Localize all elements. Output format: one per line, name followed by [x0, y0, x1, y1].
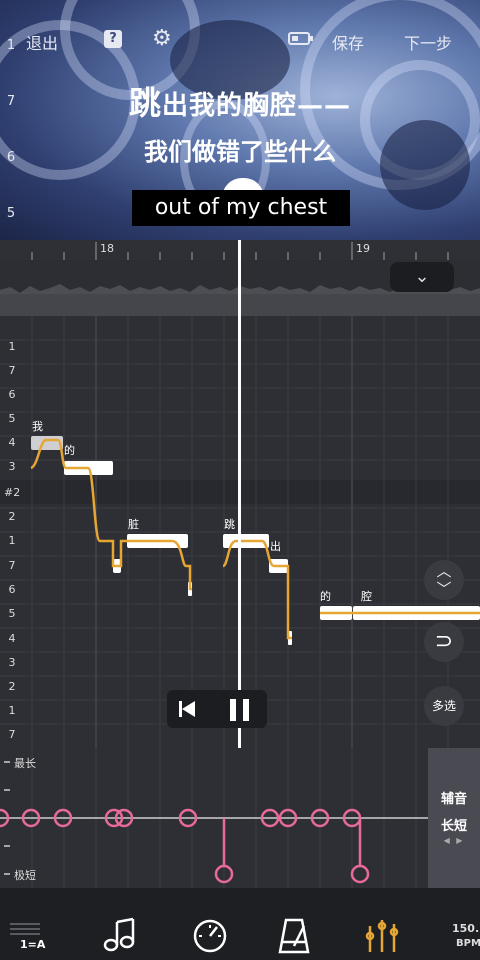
duration-max-label: 最长: [14, 757, 36, 770]
note-lyric[interactable]: 的: [320, 588, 331, 604]
lyric-line-current: 跳出我的胸腔——: [0, 78, 480, 124]
pitch-label: 7: [8, 728, 16, 741]
video-preview: 退出 ? ⚙ 保存 下一步 1 7 6 5 跳出我的胸腔—— 我们做错了些什么 …: [0, 0, 480, 240]
speed-gauge-icon[interactable]: [190, 916, 230, 956]
battery-icon: [288, 32, 313, 45]
note-lyric[interactable]: 的: [64, 442, 75, 458]
pitch-label: 5: [8, 412, 16, 425]
help-icon[interactable]: ?: [104, 30, 122, 48]
lyric-line-rest: 出我的胸腔——: [162, 91, 352, 121]
chevron-down-icon: ⌄: [414, 266, 430, 287]
pitch-label: 1: [8, 534, 16, 547]
video-scale-label: 5: [6, 206, 16, 221]
note-lyric[interactable]: 脏: [128, 516, 139, 532]
pitch-label: 6: [8, 388, 16, 401]
pitch-label: 2: [8, 510, 16, 523]
consonant-length-tab[interactable]: 辅音 长短 ◀ ▶: [428, 748, 480, 888]
pitch-label: 6: [8, 583, 16, 596]
collapse-video-button[interactable]: ⌄: [390, 262, 454, 292]
exit-button[interactable]: 退出: [26, 30, 58, 54]
consonant-duration-panel[interactable]: 最长 极短: [0, 748, 428, 888]
metronome-icon[interactable]: [274, 916, 314, 956]
chevron-down-icon: ﹀: [436, 580, 452, 598]
next-step-button[interactable]: 下一步: [404, 30, 452, 54]
vertical-zoom-button[interactable]: ︿ ﹀: [424, 560, 464, 600]
left-right-arrow-icon: ◀ ▶: [443, 836, 465, 845]
bottom-toolbar: 1=A 150. BPM: [0, 888, 480, 960]
mixer-sliders-icon[interactable]: [362, 916, 402, 956]
bpm-unit-label: BPM: [456, 938, 480, 949]
note-block: [31, 436, 63, 450]
bpm-value[interactable]: 150.: [452, 922, 479, 935]
pitch-label: 3: [8, 656, 16, 669]
multiselect-button[interactable]: 多选: [424, 686, 464, 726]
skip-back-icon[interactable]: [179, 701, 197, 717]
pause-icon[interactable]: [229, 699, 251, 721]
save-button[interactable]: 保存: [332, 30, 364, 54]
transport-controls: [167, 690, 267, 728]
duration-graph: [0, 748, 428, 888]
top-bar: 退出 ? ⚙ 保存 下一步: [0, 22, 480, 56]
aux-tab-subtitle: 长短: [440, 819, 467, 834]
magnet-snap-button[interactable]: ⊃: [424, 622, 464, 662]
vocal-editor-screen: 退出 ? ⚙ 保存 下一步 1 7 6 5 跳出我的胸腔—— 我们做错了些什么 …: [0, 0, 480, 960]
magnet-icon: ⊃: [434, 629, 454, 654]
pitch-label: 2: [8, 680, 16, 693]
duration-min-label: 极短: [14, 869, 36, 882]
pitch-label: 4: [8, 632, 16, 645]
music-note-icon[interactable]: [100, 916, 140, 956]
pitch-label: 1: [8, 340, 16, 353]
subtitle-caption: out of my chest: [132, 190, 350, 226]
pitch-label: 3: [8, 460, 16, 473]
key-signature-label[interactable]: 1=A: [20, 938, 45, 951]
note-lyric[interactable]: 跳: [224, 516, 235, 532]
pitch-label: 7: [8, 364, 16, 377]
note-lyric[interactable]: 腔: [361, 588, 372, 604]
duration-node: [350, 864, 370, 884]
gear-icon[interactable]: ⚙: [152, 26, 172, 51]
playhead[interactable]: [238, 240, 241, 748]
aux-tab-title: 辅音: [440, 792, 467, 807]
pitch-label: 4: [8, 436, 16, 449]
pitch-label: #2: [4, 486, 21, 499]
chevron-up-icon: ︿: [436, 562, 452, 580]
note-lyric[interactable]: 出: [270, 538, 281, 554]
pitch-label: 5: [8, 607, 16, 620]
lyric-line-next: 我们做错了些什么: [144, 138, 336, 166]
lyric-highlight-char: 跳: [128, 84, 162, 122]
note-lyric[interactable]: 我: [32, 418, 43, 434]
bar-number-label: 19: [356, 242, 370, 255]
video-scale-label: 1: [6, 38, 16, 53]
pitch-label: 7: [8, 559, 16, 572]
pitch-label: 1: [8, 704, 16, 717]
bar-number-label: 18: [100, 242, 114, 255]
